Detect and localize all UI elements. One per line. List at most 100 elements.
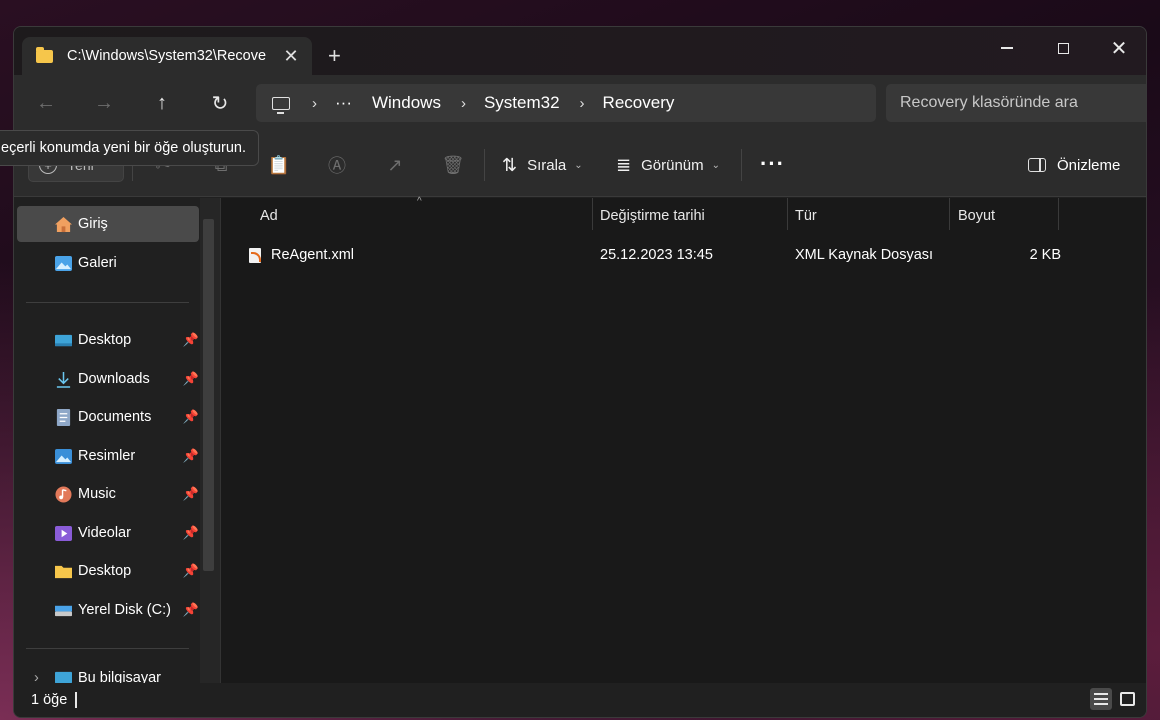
item-count: 1 öğe [31,692,68,708]
file-modified: 25.12.2023 13:45 [600,247,713,263]
videos-icon [55,525,72,541]
sidebar-item-label: Documents [78,409,152,425]
navigation-pane: Giriş Galeri Desktop 📌 Downloads 📌 Docum… [14,198,220,686]
column-header-size[interactable]: Boyut [958,198,995,234]
breadcrumb-system32[interactable]: System32 [484,93,560,113]
pin-icon[interactable]: 📌 [183,409,199,425]
this-pc-icon[interactable] [272,96,290,114]
sort-icon: ⇅ [502,154,518,175]
pictures-icon [55,448,72,464]
new-tab-button[interactable]: + [328,43,341,69]
breadcrumb-separator[interactable]: › [312,95,317,112]
column-divider[interactable] [1058,198,1059,230]
sidebar-item-label: Yerel Disk (C:) [78,602,171,618]
more-options-button[interactable]: ··· [760,151,785,177]
file-name-cell: ReAgent.xml [249,238,354,272]
sidebar-item-pictures[interactable]: Resimler 📌 [17,438,199,474]
sidebar-item-videos[interactable]: Videolar 📌 [17,515,199,551]
share-icon[interactable]: ↗ [383,153,407,177]
pin-icon[interactable]: 📌 [183,486,199,502]
column-header-type[interactable]: Tür [795,198,817,234]
file-name: ReAgent.xml [271,247,355,263]
tab-close-icon[interactable]: ✕ [281,46,301,67]
toolbar-divider [484,149,485,181]
pin-icon[interactable]: 📌 [183,602,199,618]
sidebar-item-home[interactable]: Giriş [17,206,199,242]
table-row[interactable]: ReAgent.xml 25.12.2023 13:45 XML Kaynak … [233,238,1063,272]
sidebar-scrollbar[interactable] [203,219,214,571]
file-size: 2 KB [1029,247,1061,263]
sidebar-item-gallery[interactable]: Galeri [17,245,199,281]
sidebar-item-label: Downloads [78,371,150,387]
breadcrumb-separator[interactable]: › [461,95,466,112]
breadcrumb-separator[interactable]: › [580,95,585,112]
column-divider[interactable] [592,198,593,230]
minimize-button[interactable] [984,33,1030,63]
view-label: Görünüm [641,156,704,174]
chevron-down-icon: ⌄ [711,159,721,171]
download-icon [56,371,71,388]
music-icon [55,485,72,503]
column-divider[interactable] [787,198,788,230]
sidebar-divider [26,302,189,303]
maximize-icon [1057,42,1069,54]
documents-icon [56,408,71,426]
home-icon [55,216,72,232]
pin-icon[interactable]: 📌 [183,525,199,541]
tiles-view-button[interactable] [1116,688,1138,710]
search-input[interactable]: Recovery klasöründe ara [886,84,1146,122]
preview-label: Önizleme [1057,156,1121,174]
preview-pane-icon [1028,158,1046,172]
status-bar: 1 öğe [14,683,1146,717]
sidebar-item-desktop[interactable]: Desktop 📌 [17,322,199,358]
delete-icon[interactable]: 🗑 [441,153,465,177]
sidebar-item-label: Music [78,486,116,502]
column-divider[interactable] [949,198,950,230]
breadcrumb-windows[interactable]: Windows [372,93,441,113]
paste-icon[interactable]: 📋 [267,153,291,177]
tab-title: C:\Windows\System32\Recovery [67,48,267,64]
sidebar-item-desktop-folder[interactable]: Desktop 📌 [17,553,199,589]
pin-icon[interactable]: 📌 [183,332,199,348]
drive-icon [55,605,72,616]
preview-button[interactable]: Önizleme [1028,151,1120,179]
refresh-button[interactable]: ↻ [205,89,235,117]
sidebar-divider [26,648,189,649]
maximize-button[interactable] [1040,33,1086,63]
pin-icon[interactable]: 📌 [183,563,199,579]
file-type: XML Kaynak Dosyası [795,247,934,263]
sidebar-item-documents[interactable]: Documents 📌 [17,399,199,435]
forward-button[interactable]: → [89,89,119,117]
sidebar-item-downloads[interactable]: Downloads 📌 [17,361,199,397]
column-header-modified[interactable]: Değiştirme tarihi [600,198,705,234]
view-button[interactable]: ≣ Görünüm ⌄ [616,151,720,179]
tab-current[interactable]: C:\Windows\System32\Recovery ✕ [22,37,312,75]
close-button[interactable]: ✕ [1096,33,1142,63]
sort-button[interactable]: ⇅ Sırala ⌄ [502,151,583,179]
up-button[interactable]: ↑ [147,89,177,117]
sidebar-item-label: Desktop [78,563,132,579]
back-button[interactable]: ← [31,89,61,117]
folder-icon [36,46,53,63]
breadcrumb-recovery[interactable]: Recovery [603,93,675,113]
sidebar-item-label: Resimler [78,448,136,464]
sidebar-item-label: Giriş [78,216,108,232]
file-list: ^ Ad Değiştirme tarihi Tür Boyut ReAgent… [221,196,1146,685]
pin-icon[interactable]: 📌 [183,371,199,387]
pin-icon[interactable]: 📌 [183,448,199,464]
text-caret [75,692,77,708]
details-view-button[interactable] [1090,688,1112,710]
column-header-name[interactable]: Ad [260,198,278,234]
folder-icon [55,565,72,578]
sidebar-item-label: Videolar [78,525,131,541]
breadcrumb-overflow[interactable]: ··· [335,93,352,113]
address-row: ← → ↑ ↻ › ··· Windows › System32 › Recov… [14,75,1146,131]
sidebar-item-label: Desktop [78,332,132,348]
toolbar-divider [741,149,742,181]
address-bar[interactable]: › ··· Windows › System32 › Recovery [256,84,876,122]
rename-icon[interactable]: Ⓐ [325,153,349,177]
sidebar-item-music[interactable]: Music 📌 [17,476,199,512]
view-icon: ≣ [616,154,632,175]
sort-ascending-icon: ^ [417,196,422,207]
sidebar-item-local-disk[interactable]: Yerel Disk (C:) 📌 [17,592,199,628]
